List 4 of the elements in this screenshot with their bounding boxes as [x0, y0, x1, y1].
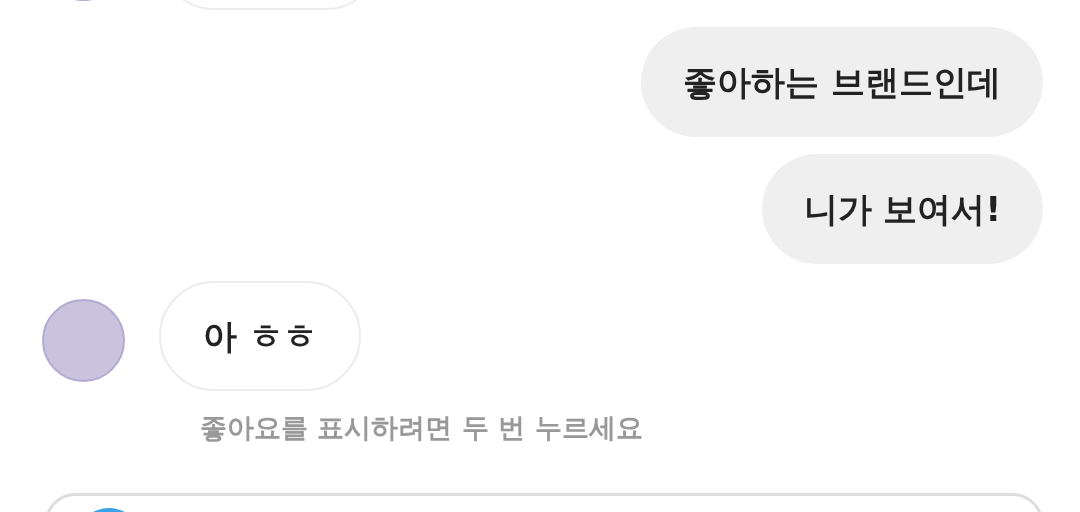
message-bubble: 좋아하는 브랜드인데 [641, 27, 1043, 137]
message-bubble: 니가 보여서! [761, 154, 1043, 264]
like-hint: 좋아요를 표시하려면 두 번 누르세요 [200, 411, 644, 445]
message-bubble: 아 ㅎㅎ [159, 281, 361, 391]
